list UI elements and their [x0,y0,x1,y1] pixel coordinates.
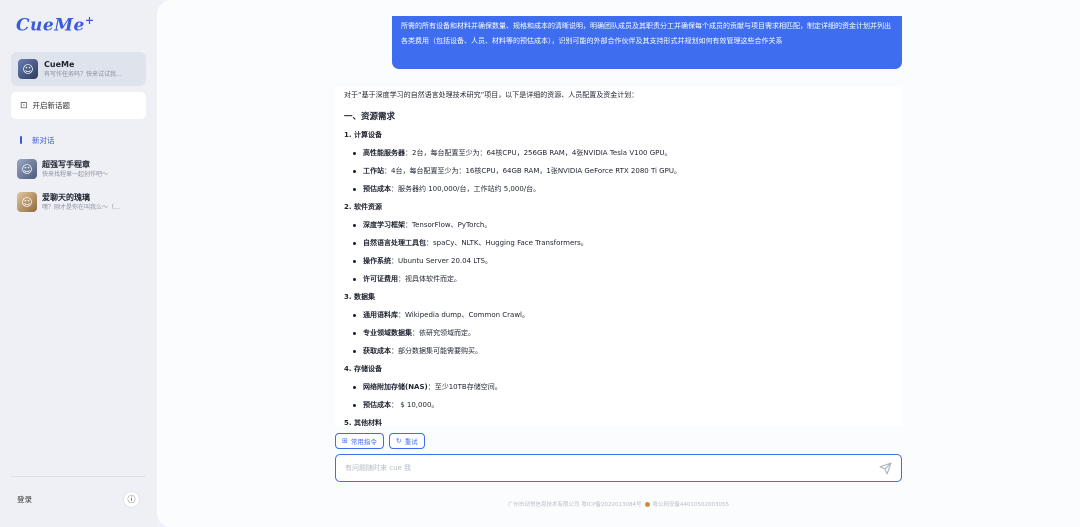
agent-subtitle: 有写作任务吗？快来试试我... [44,70,122,78]
conversation-subtitle: 嘿？刚才是你在叫我么～（... [42,203,120,211]
group-title: 1. 计算设备 [344,131,382,139]
police-link[interactable]: 粤公网安备44010502003055 [653,500,730,508]
info-icon[interactable]: ⓘ [123,490,140,508]
answer-intro: 对于“基于深度学习的自然语言处理技术研究”项目，以下是详细的资源、人员配置及资金… [344,91,639,99]
conversation-title: 爱聊天的瑰璃 [42,192,90,202]
login-button[interactable]: 登录 [17,494,32,505]
chip-label: 重试 [404,438,418,446]
current-chat-label: 新对话 [32,135,55,145]
new-chat-icon: ⊡ [20,100,28,111]
message-input[interactable] [345,464,878,472]
user-message-bubble: 所需的所有设备和材料并确保数量、规格和成本的清晰说明，明确团队成员及其职责分工并… [392,16,902,69]
active-indicator [20,136,22,144]
list-item: 获取成本：部分数据集可能需要购买。 [344,345,893,357]
new-topic-label: 开启新话题 [32,101,71,110]
item-list: 网络附加存储(NAS)：至少10TB存储空间。 预估成本： $ 10,000。 [344,381,893,411]
sidebar-divider [11,476,146,477]
list-item: 自然语言处理工具包：spaCy、NLTK、Hugging Face Transf… [344,237,893,249]
chat-main: 所需的所有设备和材料并确保数量、规格和成本的清晰说明，明确团队成员及其职责分工并… [157,0,1080,527]
chip-label: 常用指令 [350,438,377,446]
message-input-box [335,454,902,482]
item-list: 深度学习框架：TensorFlow、PyTorch。 自然语言处理工具包：spa… [344,219,893,285]
retry-button[interactable]: ↻ 重试 [388,433,425,449]
agent-card[interactable]: ☺ CueMe 有写作任务吗？快来试试我... [11,52,146,86]
list-item: 专业领域数据集：依研究领域而定。 [344,327,893,339]
list-item: 预估成本： $ 10,000。 [344,399,893,411]
list-item: 网络附加存储(NAS)：至少10TB存储空间。 [344,381,893,393]
footer: 广州市动悦信息技术有限公司 粤ICP备2022013084号 粤公网安备4401… [335,500,902,508]
group-title: 5. 其他材料 [344,419,382,426]
send-icon[interactable] [878,461,892,475]
agent-name: CueMe [44,59,75,69]
sidebar: CueMe+ ☺ CueMe 有写作任务吗？快来试试我... ⊡ 开启新话题 新… [0,0,157,527]
list-item: 通用语料库：Wikipedia dump、Common Crawl。 [344,309,893,321]
icp-link[interactable]: 广州市动悦信息技术有限公司 粤ICP备2022013084号 [508,500,642,508]
conversation-subtitle: 快来找程章一起创作吧～ [42,170,109,178]
new-topic-button[interactable]: ⊡ 开启新话题 [11,92,146,119]
agent-avatar: ☺ [18,59,38,79]
list-item: 预估成本：服务器约 100,000/台，工作站约 5,000/台。 [344,183,893,195]
list-item: 操作系统：Ubuntu Server 20.04 LTS。 [344,255,893,267]
avatar: ☺ [17,159,37,179]
group-title: 3. 数据集 [344,293,375,301]
list-item: 工作站：4台，每台配置至少为：16核CPU，64GB RAM，1张NVIDIA … [344,165,893,177]
list-item: 许可证费用：视具体软件而定。 [344,273,893,285]
avatar: ☺ [17,192,37,212]
group-title: 4. 存储设备 [344,365,382,373]
assistant-answer: 对于“基于深度学习的自然语言处理技术研究”项目，以下是详细的资源、人员配置及资金… [335,87,902,426]
app-logo[interactable]: CueMe+ [11,14,146,40]
commands-button[interactable]: ⊞ 常用指令 [335,433,384,449]
list-item: 深度学习框架：TensorFlow、PyTorch。 [344,219,893,231]
conversation-title: 超强写手程章 [42,159,90,169]
list-item: 高性能服务器：2台，每台配置至少为：64核CPU，256GB RAM，4张NVI… [344,147,893,159]
current-chat-item[interactable]: 新对话 [11,133,146,147]
section-title: 一、资源需求 [344,112,396,122]
group-title: 2. 软件资源 [344,203,382,211]
conversation-item[interactable]: ☺ 超强写手程章 快来找程章一起创作吧～ [11,159,146,179]
item-list: 通用语料库：Wikipedia dump、Common Crawl。 专业领域数… [344,309,893,357]
conversation-item[interactable]: ☺ 爱聊天的瑰璃 嘿？刚才是你在叫我么～（... [11,192,146,212]
login-row: 登录 ⓘ [0,489,157,509]
police-badge-icon [644,501,650,507]
command-icon: ⊞ [342,437,348,445]
item-list: 高性能服务器：2台，每台配置至少为：64核CPU，256GB RAM，4张NVI… [344,147,893,195]
retry-icon: ↻ [395,437,402,445]
quick-actions: ⊞ 常用指令 ↻ 重试 [335,433,425,449]
